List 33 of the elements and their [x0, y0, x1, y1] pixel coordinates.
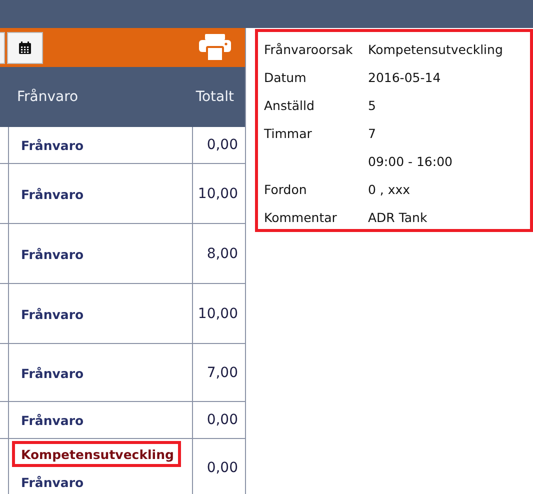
absence-label: Frånvaro: [20, 246, 85, 264]
detail-label: Anställd: [264, 98, 316, 112]
detail-label: Datum: [264, 70, 308, 84]
total-cell-text: 0,00: [206, 458, 239, 478]
absence-label: Frånvaro: [20, 306, 85, 324]
total-cell-text: 8,00: [206, 244, 239, 264]
absence-label: Frånvaro: [20, 186, 85, 204]
detail-value: 5: [368, 98, 376, 112]
absence-label: Kompetensutveckling: [12, 440, 181, 466]
absence-label: Frånvaro: [20, 412, 85, 430]
detail-value: ADR Tank: [368, 210, 428, 224]
total-cell-text: 10,00: [196, 304, 239, 324]
detail-value: 2016-05-14: [368, 70, 441, 84]
total-cell-text: 0,00: [206, 136, 239, 155]
absence-label: Frånvaro: [20, 474, 85, 492]
column-header: Totalt: [196, 89, 235, 105]
detail-label: Fordon: [264, 182, 308, 196]
detail-value: Kompetensutveckling: [368, 42, 503, 56]
total-cell-text: 7,00: [206, 364, 239, 382]
calendar-button[interactable]: [7, 32, 43, 64]
detail-label: Kommentar: [264, 210, 338, 224]
absence-label: Frånvaro: [20, 137, 85, 155]
printer-icon[interactable]: [199, 34, 231, 61]
column-header: Frånvaro: [16, 89, 78, 105]
detail-label: Timmar: [264, 126, 313, 140]
total-cell-text: 0,00: [206, 411, 239, 430]
detail-label: Frånvaroorsak: [264, 42, 354, 56]
absence-label: Frånvaro: [20, 364, 85, 382]
calendar-icon: [18, 40, 32, 54]
detail-value: 7: [368, 126, 376, 140]
detail-value: 0 , xxx: [368, 182, 410, 196]
total-cell-text: 10,00: [196, 184, 239, 204]
detail-value: 09:00 - 16:00: [368, 154, 453, 168]
